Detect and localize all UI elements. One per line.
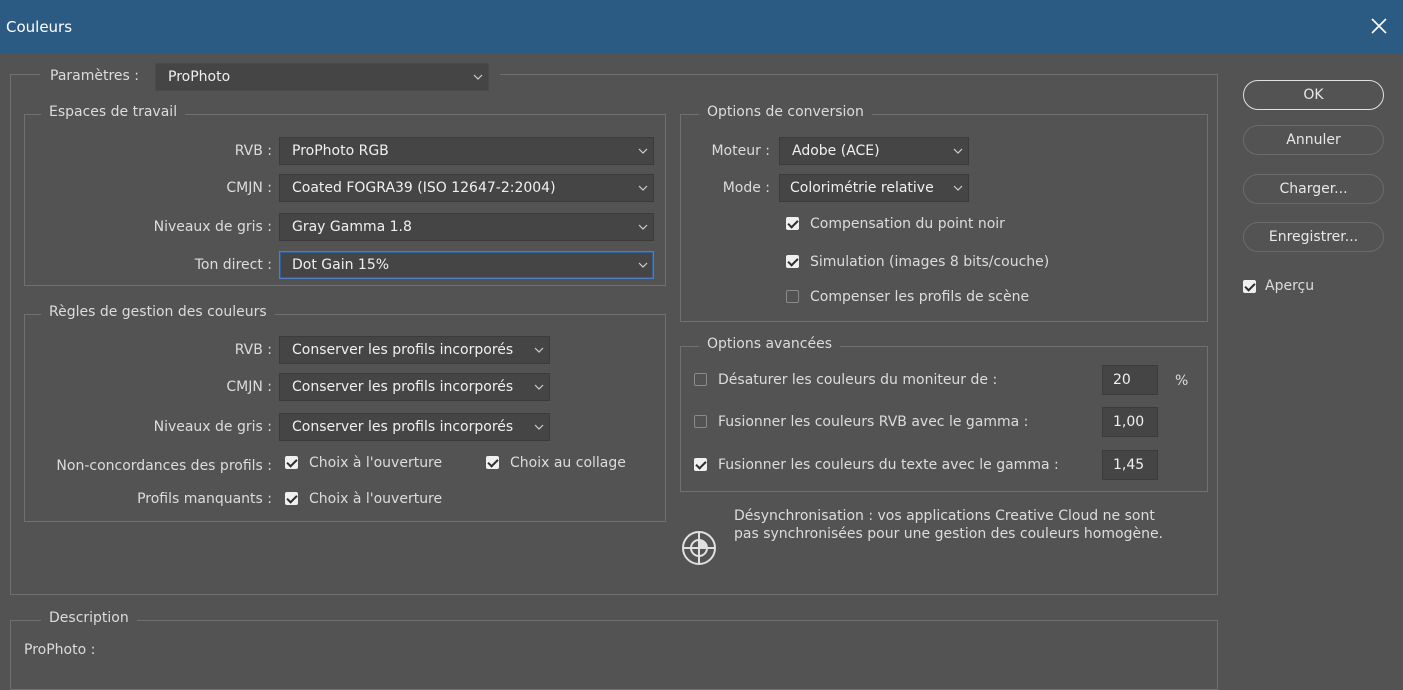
working-spaces-legend: Espaces de travail [41, 104, 186, 120]
desaturate-checkbox[interactable] [694, 373, 707, 386]
settings-label: Paramètres : [50, 68, 139, 84]
intent-label: Mode : [722, 180, 770, 196]
advanced-legend: Options avancées [699, 336, 841, 352]
desaturate-unit: % [1175, 373, 1189, 389]
bpc-label: Compensation du point noir [810, 216, 1005, 232]
chevron-down-icon [534, 424, 544, 430]
blend-rgb-label: Fusionner les couleurs RVB avec le gamma… [718, 414, 1029, 430]
ws-gray-dropdown[interactable]: Gray Gamma 1.8 [279, 213, 654, 241]
policy-cmyk-value: Conserver les profils incorporés [292, 379, 514, 395]
conversion-legend: Options de conversion [699, 104, 872, 120]
bpc-checkbox[interactable] [786, 217, 799, 230]
ws-spot-label: Ton direct : [194, 257, 272, 273]
chevron-down-icon [638, 224, 648, 230]
sync-status-icon [682, 531, 716, 565]
ws-spot-dropdown[interactable]: Dot Gain 15% [279, 251, 654, 279]
chevron-down-icon [953, 185, 963, 191]
desaturate-label: Désaturer les couleurs du moniteur de : [718, 372, 998, 388]
mismatch-paste-checkbox[interactable] [486, 456, 499, 469]
policy-rgb-value: Conserver les profils incorporés [292, 342, 514, 358]
load-button[interactable]: Charger... [1243, 174, 1384, 204]
blend-rgb-checkbox[interactable] [694, 415, 707, 428]
description-text: ProPhoto : [24, 642, 96, 658]
save-button[interactable]: Enregistrer... [1243, 222, 1384, 252]
cancel-button[interactable]: Annuler [1243, 125, 1384, 155]
policy-gray-value: Conserver les profils incorporés [292, 419, 514, 435]
policies-legend: Règles de gestion des couleurs [41, 304, 275, 320]
scene-label: Compenser les profils de scène [810, 289, 1030, 305]
preview-checkbox[interactable] [1243, 280, 1256, 293]
chevron-down-icon [638, 148, 648, 154]
dither-checkbox[interactable] [786, 255, 799, 268]
desaturate-input[interactable]: 20 [1102, 365, 1158, 395]
sync-status-line1: Désynchronisation : vos applications Cre… [734, 508, 1155, 524]
missing-open-label: Choix à l'ouverture [309, 491, 443, 507]
ws-gray-value: Gray Gamma 1.8 [292, 219, 412, 235]
ws-spot-value: Dot Gain 15% [292, 257, 390, 273]
chevron-down-icon [534, 384, 544, 390]
engine-label: Moteur : [711, 143, 770, 159]
policy-gray-label: Niveaux de gris : [153, 419, 272, 435]
engine-dropdown[interactable]: Adobe (ACE) [779, 137, 969, 165]
chevron-down-icon [473, 74, 483, 80]
mismatch-label: Non-concordances des profils : [56, 458, 272, 474]
intent-value: Colorimétrie relative [790, 180, 934, 196]
policy-gray-dropdown[interactable]: Conserver les profils incorporés [279, 413, 550, 441]
close-icon[interactable] [1367, 14, 1391, 38]
chevron-down-icon [638, 185, 648, 191]
ws-rgb-value: ProPhoto RGB [292, 143, 389, 159]
missing-open-checkbox[interactable] [285, 492, 298, 505]
blend-rgb-input[interactable]: 1,00 [1102, 407, 1158, 437]
blend-text-label: Fusionner les couleurs du texte avec le … [718, 457, 1059, 473]
mismatch-open-label: Choix à l'ouverture [309, 455, 443, 471]
sync-status-line2: pas synchronisées pour une gestion des c… [734, 526, 1164, 542]
intent-dropdown[interactable]: Colorimétrie relative [779, 174, 969, 202]
mismatch-open-checkbox[interactable] [285, 456, 298, 469]
chevron-down-icon [534, 347, 544, 353]
settings-dropdown[interactable]: ProPhoto [155, 63, 489, 91]
description-group: Description [10, 610, 1218, 690]
policy-rgb-label: RVB : [234, 342, 272, 358]
ws-cmyk-label: CMJN : [226, 180, 272, 196]
dither-label: Simulation (images 8 bits/couche) [810, 254, 1050, 270]
ws-rgb-dropdown[interactable]: ProPhoto RGB [279, 137, 654, 165]
title-bar: Couleurs [0, 0, 1403, 54]
ws-rgb-label: RVB : [234, 143, 272, 159]
ok-button[interactable]: OK [1243, 80, 1384, 110]
ws-cmyk-value: Coated FOGRA39 (ISO 12647-2:2004) [292, 180, 556, 196]
engine-value: Adobe (ACE) [792, 143, 880, 159]
mismatch-paste-label: Choix au collage [510, 455, 626, 471]
ws-gray-label: Niveaux de gris : [153, 219, 272, 235]
chevron-down-icon [953, 148, 963, 154]
policy-cmyk-dropdown[interactable]: Conserver les profils incorporés [279, 373, 550, 401]
blend-text-checkbox[interactable] [694, 458, 707, 471]
scene-checkbox[interactable] [786, 290, 799, 303]
preview-label: Aperçu [1265, 278, 1315, 294]
policy-cmyk-label: CMJN : [226, 379, 272, 395]
blend-text-input[interactable]: 1,45 [1102, 450, 1158, 480]
settings-value: ProPhoto [168, 69, 231, 85]
chevron-down-icon [638, 262, 648, 268]
ws-cmyk-dropdown[interactable]: Coated FOGRA39 (ISO 12647-2:2004) [279, 174, 654, 202]
missing-label: Profils manquants : [137, 491, 272, 507]
description-legend: Description [41, 610, 137, 626]
policy-rgb-dropdown[interactable]: Conserver les profils incorporés [279, 336, 550, 364]
window-title: Couleurs [6, 18, 73, 36]
